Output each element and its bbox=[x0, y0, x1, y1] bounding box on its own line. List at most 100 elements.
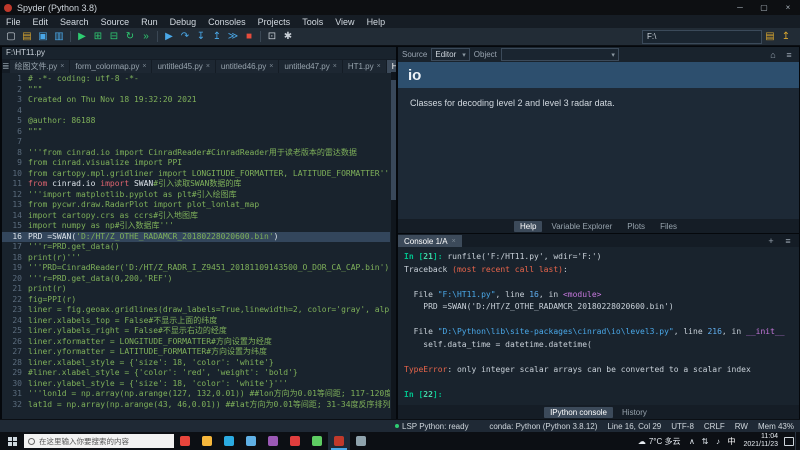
code-editor[interactable]: 1# -*- coding: utf-8 -*-2"""3Created on … bbox=[2, 72, 390, 421]
menu-item-tools[interactable]: Tools bbox=[296, 17, 329, 27]
code-line[interactable]: 9from cinrad.visualize import PPI bbox=[2, 158, 390, 169]
menu-item-source[interactable]: Source bbox=[95, 17, 136, 27]
menu-item-search[interactable]: Search bbox=[54, 17, 95, 27]
menu-item-projects[interactable]: Projects bbox=[252, 17, 297, 27]
debug-icon[interactable]: ▶ bbox=[161, 30, 177, 44]
code-line[interactable]: 13from pycwr.draw.RadarPlot import plot_… bbox=[2, 200, 390, 211]
tab-close-icon[interactable]: × bbox=[60, 63, 64, 70]
code-line[interactable]: 15import numpy as np#引入数据库''' bbox=[2, 221, 390, 232]
code-line[interactable]: 32lat1d = np.array(np.arange(43, 46,0.01… bbox=[2, 400, 390, 411]
editor-scrollbar-thumb[interactable] bbox=[391, 80, 396, 200]
code-line[interactable]: 11from cinrad.io import SWAN#引入读取SWAN数据的… bbox=[2, 179, 390, 190]
code-line[interactable]: 8'''from cinrad.io import CinradReader#C… bbox=[2, 148, 390, 159]
code-line[interactable]: 31'''lon1d = np.array(np.arange(127, 132… bbox=[2, 389, 390, 400]
console-tab[interactable]: Console 1/A × bbox=[398, 235, 462, 247]
tab-close-icon[interactable]: × bbox=[142, 63, 146, 70]
parent-dir-icon[interactable]: ↥ bbox=[778, 30, 794, 44]
code-line[interactable]: 17'''r=PRD.get_data() bbox=[2, 242, 390, 253]
options-menu-icon[interactable]: ≡ bbox=[782, 236, 794, 246]
stop-icon[interactable]: ■ bbox=[241, 30, 257, 44]
code-line[interactable]: 16PRD =SWAN('D:/HT/Z_OTHE_RADAMCR_201802… bbox=[2, 232, 390, 243]
taskbar-app-browser[interactable] bbox=[174, 432, 196, 450]
pane-tab-help[interactable]: Help bbox=[514, 221, 542, 232]
chevron-up-icon[interactable]: ∧ bbox=[685, 437, 698, 446]
code-line[interactable]: 23liner = fig.geoax.gridlines(draw_label… bbox=[2, 305, 390, 316]
taskbar-app-mail[interactable] bbox=[240, 432, 262, 450]
code-line[interactable]: 10from cartopy.mpl.gridliner import LONG… bbox=[2, 169, 390, 180]
working-directory-input[interactable]: F:\ bbox=[642, 30, 762, 44]
maximize-pane-icon[interactable]: ⊡ bbox=[264, 30, 280, 44]
code-line[interactable]: 12'''import matplotlib.pyplot as plt#引入绘… bbox=[2, 190, 390, 201]
taskbar-app-music[interactable] bbox=[284, 432, 306, 450]
code-line[interactable]: 4 bbox=[2, 106, 390, 117]
tab-close-icon[interactable]: × bbox=[206, 63, 210, 70]
notification-center-icon[interactable] bbox=[783, 432, 795, 450]
editor-scrollbar[interactable] bbox=[391, 72, 396, 419]
code-line[interactable]: 28liner.xlabel_style = {'size': 18, 'col… bbox=[2, 358, 390, 369]
pane-tab-plots[interactable]: Plots bbox=[621, 221, 651, 232]
menu-item-consoles[interactable]: Consoles bbox=[202, 17, 252, 27]
tab-close-icon[interactable]: × bbox=[269, 63, 273, 70]
tab-close-icon[interactable]: × bbox=[377, 63, 381, 70]
network-icon[interactable]: ⇅ bbox=[698, 437, 711, 446]
code-line[interactable]: 1# -*- coding: utf-8 -*- bbox=[2, 74, 390, 85]
code-line[interactable]: 18print(r)''' bbox=[2, 253, 390, 264]
continue-icon[interactable]: ≫ bbox=[225, 30, 241, 44]
tab-close-icon[interactable]: × bbox=[333, 63, 337, 70]
taskbar-app-spyder[interactable] bbox=[328, 432, 350, 450]
code-line[interactable]: 20'''r=PRD.get_data(0,200,'REF') bbox=[2, 274, 390, 285]
new-console-icon[interactable]: + bbox=[765, 236, 777, 246]
pane-tab-ipython-console[interactable]: IPython console bbox=[544, 407, 613, 418]
menu-item-edit[interactable]: Edit bbox=[27, 17, 55, 27]
weather-widget[interactable]: ☁ 7°C 多云 bbox=[633, 436, 686, 447]
code-line[interactable]: 19'''PRD=CinradReader('D:/HT/Z_RADR_I_Z9… bbox=[2, 263, 390, 274]
close-button[interactable]: × bbox=[776, 0, 800, 15]
code-line[interactable]: 3Created on Thu Nov 18 19:32:20 2021 bbox=[2, 95, 390, 106]
step-return-icon[interactable]: ↥ bbox=[209, 30, 225, 44]
menu-item-help[interactable]: Help bbox=[361, 17, 392, 27]
taskbar-app-edge[interactable] bbox=[218, 432, 240, 450]
volume-icon[interactable]: ♪ bbox=[711, 437, 724, 446]
code-line[interactable]: 21print(r) bbox=[2, 284, 390, 295]
run-cell-advance-icon[interactable]: ⊟ bbox=[106, 30, 122, 44]
preferences-icon[interactable]: ✱ bbox=[280, 30, 296, 44]
maximize-button[interactable]: ▢ bbox=[752, 0, 776, 15]
code-line[interactable]: 5@author: 86188 bbox=[2, 116, 390, 127]
source-select[interactable]: Editor ▾ bbox=[431, 48, 469, 61]
minimize-button[interactable]: ─ bbox=[728, 0, 752, 15]
pane-tab-files[interactable]: Files bbox=[654, 221, 683, 232]
home-icon[interactable]: ⌂ bbox=[767, 50, 779, 60]
menu-item-file[interactable]: File bbox=[0, 17, 27, 27]
browse-workdir-icon[interactable]: ▤ bbox=[762, 30, 778, 44]
open-file-icon[interactable]: ▤ bbox=[19, 30, 35, 44]
rerun-cell-icon[interactable]: ↻ bbox=[122, 30, 138, 44]
taskbar-app-notepad[interactable] bbox=[350, 432, 372, 450]
start-button[interactable] bbox=[0, 432, 24, 450]
code-line[interactable]: 2""" bbox=[2, 85, 390, 96]
clock[interactable]: 11:04 2021/11/23 bbox=[738, 433, 783, 449]
code-line[interactable]: 14import cartopy.crs as ccrs#引入地图库 bbox=[2, 211, 390, 222]
interpreter-status[interactable]: conda: Python (Python 3.8.12) bbox=[489, 422, 597, 431]
taskbar-app-store[interactable] bbox=[262, 432, 284, 450]
new-file-icon[interactable]: ▢ bbox=[3, 30, 19, 44]
menu-item-run[interactable]: Run bbox=[135, 17, 164, 27]
pane-tab-variable-explorer[interactable]: Variable Explorer bbox=[545, 221, 618, 232]
code-line[interactable]: 22fig=PPI(r) bbox=[2, 295, 390, 306]
object-input[interactable]: ▾ bbox=[501, 48, 619, 61]
show-desktop-button[interactable] bbox=[795, 432, 800, 450]
save-icon[interactable]: ▣ bbox=[35, 30, 51, 44]
run-cell-icon[interactable]: ⊞ bbox=[90, 30, 106, 44]
code-line[interactable]: 30liner.ylabel_style = {'size': 18, 'col… bbox=[2, 379, 390, 390]
run-icon[interactable]: ▶ bbox=[74, 30, 90, 44]
options-menu-icon[interactable]: ≡ bbox=[783, 50, 795, 60]
taskbar-app-wechat[interactable] bbox=[306, 432, 328, 450]
run-selection-icon[interactable]: » bbox=[138, 30, 154, 44]
step-into-icon[interactable]: ↧ bbox=[193, 30, 209, 44]
ime-indicator[interactable]: 中 bbox=[724, 436, 738, 447]
pane-tab-history[interactable]: History bbox=[616, 407, 653, 418]
code-line[interactable]: 25liner.ylabels_right = False#不显示右边的经度 bbox=[2, 326, 390, 337]
code-line[interactable]: 29#liner.xlabel_style = {'color': 'red',… bbox=[2, 368, 390, 379]
tab-close-icon[interactable]: × bbox=[452, 238, 456, 245]
code-line[interactable]: 26liner.xformatter = LONGITUDE_FORMATTER… bbox=[2, 337, 390, 348]
ipython-console-output[interactable]: In [21]: runfile('F:/HT11.py', wdir='F:'… bbox=[398, 247, 799, 405]
